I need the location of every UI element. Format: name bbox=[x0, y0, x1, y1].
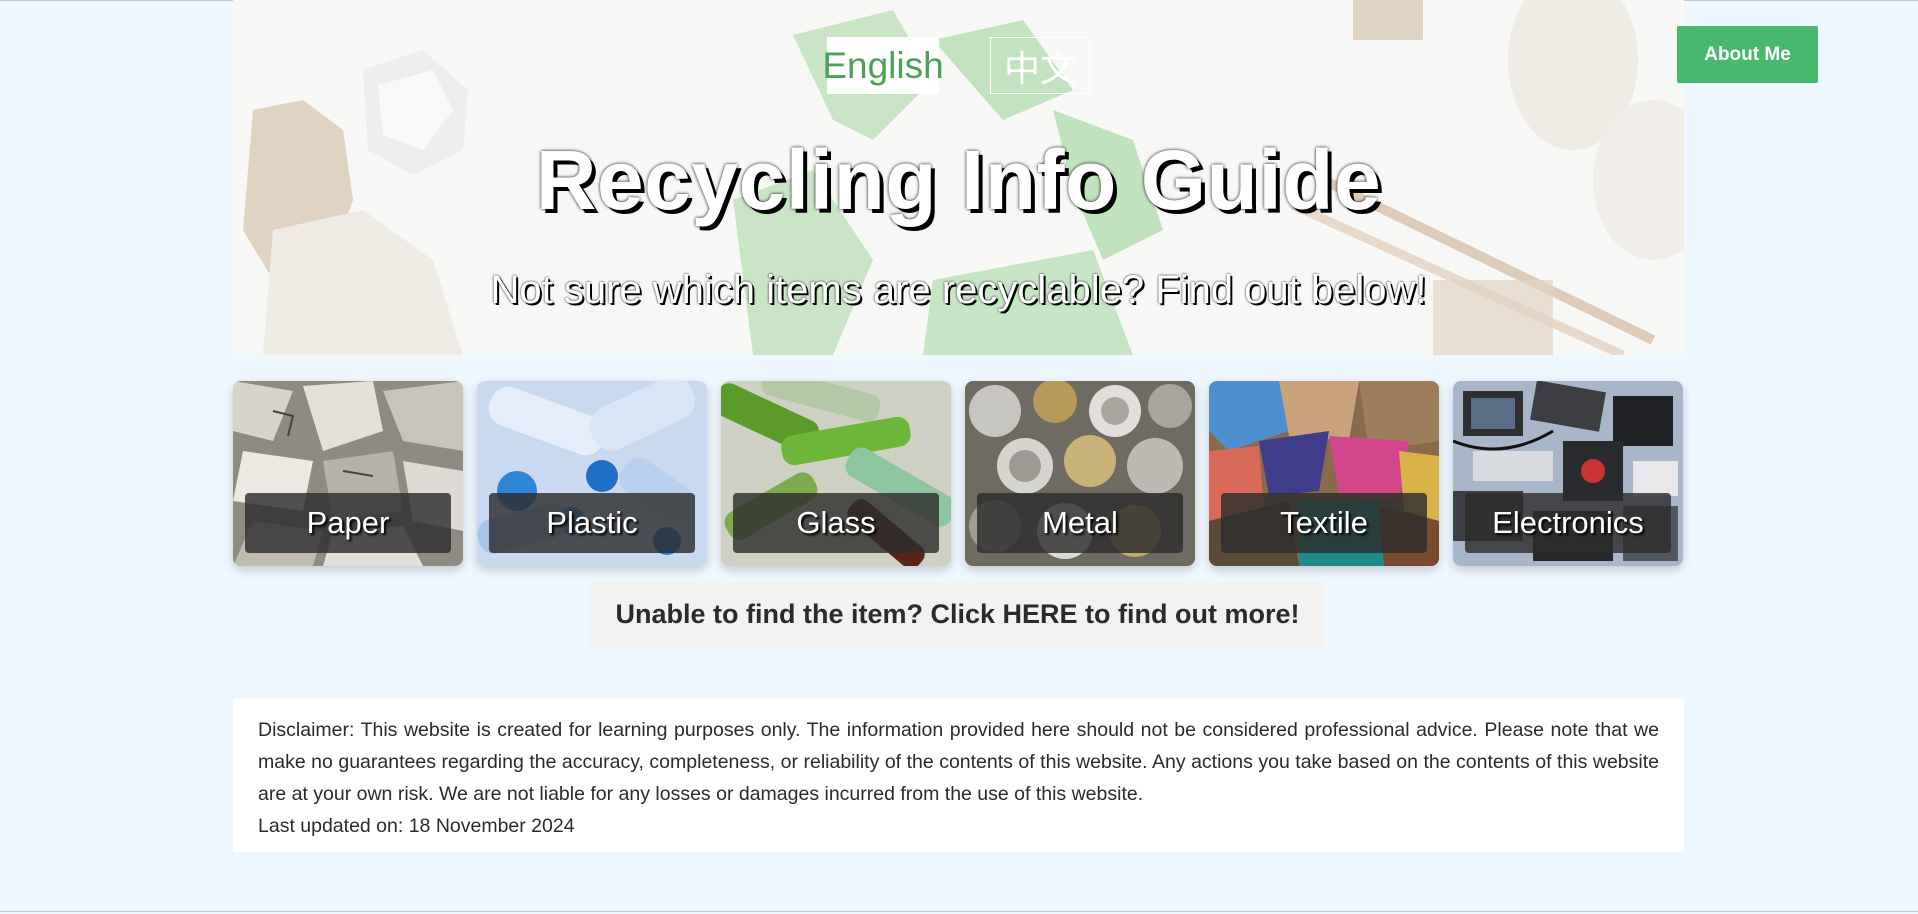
category-label: Textile bbox=[1221, 493, 1427, 553]
disclaimer-text: Disclaimer: This website is created for … bbox=[258, 719, 1659, 805]
category-label: Paper bbox=[245, 493, 451, 553]
bottom-divider bbox=[0, 911, 1918, 912]
category-card-metal[interactable]: Metal bbox=[965, 381, 1195, 566]
category-card-glass[interactable]: Glass bbox=[721, 381, 951, 566]
category-card-plastic[interactable]: Plastic bbox=[477, 381, 707, 566]
page-title: Recycling Info Guide bbox=[535, 133, 1382, 227]
category-card-textile[interactable]: Textile bbox=[1209, 381, 1439, 566]
find-out-more-link[interactable]: Unable to find the item? Click HERE to f… bbox=[590, 581, 1325, 648]
last-updated-text: Last updated on: 18 November 2024 bbox=[258, 815, 575, 837]
category-label: Glass bbox=[733, 493, 939, 553]
language-english-button[interactable]: English bbox=[822, 37, 944, 94]
category-label: Metal bbox=[977, 493, 1183, 553]
recycling-guide-page: English 中文 Recycling Info Guide Not sure… bbox=[0, 0, 1918, 914]
category-card-electronics[interactable]: Electronics bbox=[1453, 381, 1683, 566]
about-me-button[interactable]: About Me bbox=[1677, 26, 1818, 83]
language-chinese-button[interactable]: 中文 bbox=[990, 37, 1090, 94]
category-card-paper[interactable]: Paper bbox=[233, 381, 463, 566]
page-subtitle: Not sure which items are recyclable? Fin… bbox=[490, 268, 1427, 312]
disclaimer-box: Disclaimer: This website is created for … bbox=[233, 699, 1684, 852]
category-label: Plastic bbox=[489, 493, 695, 553]
hero-banner: English 中文 Recycling Info Guide Not sure… bbox=[233, 0, 1684, 355]
hero-content: English 中文 Recycling Info Guide Not sure… bbox=[233, 0, 1684, 355]
category-label: Electronics bbox=[1465, 493, 1671, 553]
